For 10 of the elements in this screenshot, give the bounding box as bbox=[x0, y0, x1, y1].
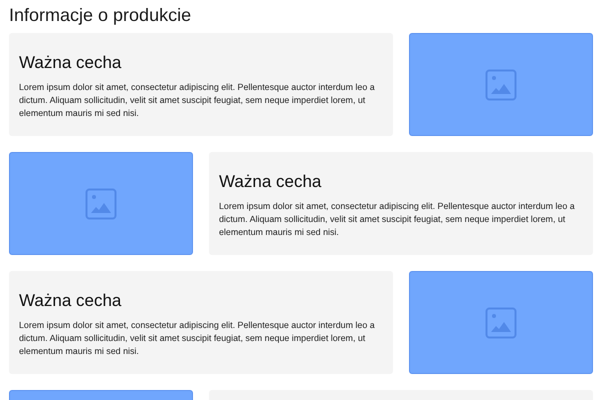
image-icon bbox=[485, 306, 517, 338]
feature-title: Ważna cecha bbox=[19, 290, 122, 312]
feature-description: Lorem ipsum dolor sit amet, consectetur adipiscing elit. Pellentesque auctor interdum leo a dictum. Aliquam sollicitudin, velit sit amet suscipit feugiat, sem neque imperdiet lorem, ut elementum mauris mi sed nisi. bbox=[19, 81, 376, 120]
image-icon bbox=[85, 188, 117, 220]
feature-title: Ważna cecha bbox=[219, 171, 322, 193]
feature-title: Ważna cecha bbox=[19, 52, 122, 74]
page-title: Informacje o produkcie bbox=[9, 4, 192, 27]
feature-description: Lorem ipsum dolor sit amet, consectetur adipiscing elit. Pellentesque auctor interdum leo a dictum. Aliquam sollicitudin, velit sit amet suscipit feugiat, sem neque imperdiet lorem, ut elementum mauris mi sed nisi. bbox=[19, 319, 376, 358]
image-icon bbox=[485, 68, 517, 100]
feature-description: Lorem ipsum dolor sit amet, consectetur adipiscing elit. Pellentesque auctor interdum leo a dictum. Aliquam sollicitudin, velit sit amet suscipit feugiat, sem neque imperdiet lorem, ut elementum mauris mi sed nisi. bbox=[219, 200, 576, 239]
